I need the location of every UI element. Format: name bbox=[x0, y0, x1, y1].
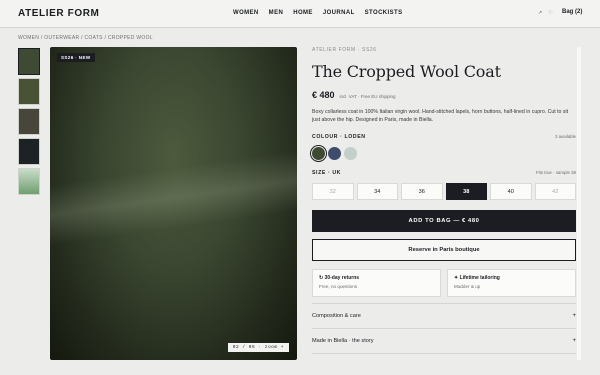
thumbnail-2[interactable] bbox=[18, 78, 40, 105]
tailoring-card: ✦ Lifetime tailoring Madder & up bbox=[447, 269, 576, 298]
size-option-36[interactable]: 36 bbox=[401, 183, 443, 201]
nav-item-stockists[interactable]: STOCKISTS bbox=[365, 10, 403, 16]
product-eyebrow: ATELIER FORM · SS26 bbox=[312, 47, 377, 53]
product-description: Boxy collarless coat in 100% Italian vir… bbox=[312, 109, 569, 123]
search-icon[interactable]: ↗ bbox=[538, 10, 542, 16]
panel-scrollbar[interactable] bbox=[577, 47, 581, 360]
swatch-navy[interactable] bbox=[328, 147, 341, 161]
scrollbar-thumb[interactable] bbox=[577, 47, 581, 360]
site-header: ATELIER FORM WOMEN MEN HOME JOURNAL STOC… bbox=[0, 0, 600, 28]
thumbnail-strip bbox=[18, 48, 40, 198]
product-main-image[interactable]: SS26 · NEW 02 / 05 · zoom + bbox=[50, 47, 297, 360]
size-option-34[interactable]: 34 bbox=[356, 183, 398, 201]
nav-item-men[interactable]: MEN bbox=[269, 10, 284, 16]
size-label: SIZE · UK bbox=[312, 170, 342, 177]
size-options: 32 34 36 38 40 42 bbox=[312, 183, 576, 201]
plus-icon: + bbox=[572, 338, 576, 345]
thumbnail-4[interactable] bbox=[18, 138, 40, 165]
size-option-32: 32 bbox=[312, 183, 354, 201]
accordion-composition[interactable]: Composition & care + bbox=[312, 304, 576, 330]
heart-icon[interactable]: ♡ bbox=[548, 10, 552, 16]
product-price: € 480 bbox=[312, 90, 335, 100]
image-highlight bbox=[50, 146, 297, 248]
size-note: Fits true · sample 38 bbox=[535, 170, 576, 176]
accordion-story[interactable]: Made in Biella · the story + bbox=[312, 329, 576, 355]
swatch-loden[interactable] bbox=[312, 147, 325, 161]
colour-available: 3 available bbox=[555, 134, 576, 140]
info-accordion: Composition & care + Made in Biella · th… bbox=[312, 303, 576, 355]
price-row: € 480 incl. VAT · Free EU shipping bbox=[312, 90, 576, 100]
size-option-38[interactable]: 38 bbox=[445, 183, 487, 201]
vat-note: incl. VAT · Free EU shipping bbox=[339, 94, 396, 99]
service-cards: ↻ 30-day returns Free, no questions ✦ Li… bbox=[312, 269, 576, 298]
nav-item-women[interactable]: WOMEN bbox=[233, 10, 259, 16]
swatch-sage[interactable] bbox=[344, 147, 357, 161]
add-to-bag-button[interactable]: ADD TO BAG — € 480 bbox=[312, 210, 576, 233]
bag-button[interactable]: Bag (2) bbox=[562, 9, 582, 15]
brand-logo[interactable]: ATELIER FORM bbox=[18, 8, 99, 19]
accordion-composition-label: Composition & care bbox=[312, 313, 361, 320]
tailoring-title: ✦ Lifetime tailoring bbox=[454, 275, 500, 282]
plus-icon: + bbox=[572, 313, 576, 320]
breadcrumb: WOMEN / OUTERWEAR / COATS / CROPPED WOOL bbox=[18, 35, 153, 41]
tailoring-sub: Madder & up bbox=[454, 284, 481, 290]
product-title: The Cropped Wool Coat bbox=[312, 62, 501, 81]
thumbnail-3[interactable] bbox=[18, 108, 40, 135]
colour-swatches bbox=[312, 147, 576, 161]
reserve-boutique-button[interactable]: Reserve in Paris boutique bbox=[312, 239, 576, 262]
accordion-story-label: Made in Biella · the story bbox=[312, 338, 374, 345]
season-badge: SS26 · NEW bbox=[57, 53, 95, 62]
thumbnail-5[interactable] bbox=[18, 168, 40, 195]
returns-card: ↻ 30-day returns Free, no questions bbox=[312, 269, 441, 298]
returns-title: ↻ 30-day returns bbox=[319, 275, 360, 282]
nav-item-journal[interactable]: JOURNAL bbox=[323, 10, 355, 16]
product-panel: ATELIER FORM · SS26 The Cropped Wool Coa… bbox=[312, 47, 576, 355]
thumbnail-1[interactable] bbox=[18, 48, 40, 75]
size-section: SIZE · UK Fits true · sample 38 32 34 36… bbox=[312, 170, 576, 201]
nav-item-home[interactable]: HOME bbox=[293, 10, 313, 16]
image-counter-zoom[interactable]: 02 / 05 · zoom + bbox=[227, 343, 289, 352]
colour-section: COLOUR · LODEN 3 available bbox=[312, 134, 576, 161]
size-option-40[interactable]: 40 bbox=[490, 183, 532, 201]
colour-label: COLOUR · LODEN bbox=[312, 134, 366, 141]
returns-sub: Free, no questions bbox=[319, 284, 358, 290]
header-icons: ↗ ♡ bbox=[538, 10, 553, 16]
size-option-42: 42 bbox=[534, 183, 576, 201]
main-nav: WOMEN MEN HOME JOURNAL STOCKISTS bbox=[233, 10, 402, 16]
